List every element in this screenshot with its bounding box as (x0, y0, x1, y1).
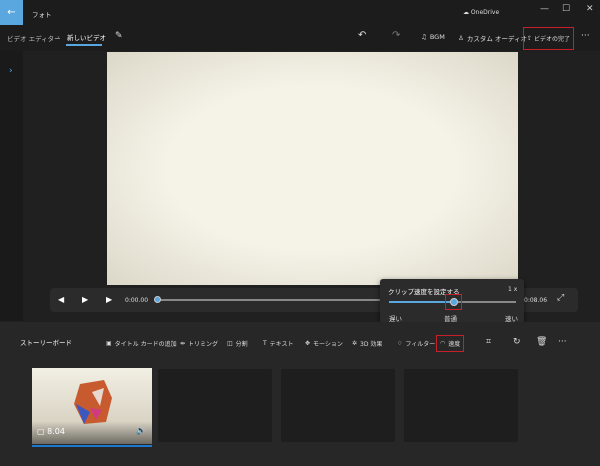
split-button[interactable]: ◫ 分割 (227, 339, 248, 348)
music-note-icon: ♫ (421, 33, 427, 41)
current-time: 0:00.00 (125, 297, 149, 304)
storyboard-more-button[interactable]: ··· (558, 337, 567, 347)
rotate-icon[interactable]: ↻ (513, 337, 521, 347)
tool-label: タイトル カードの追加 (114, 341, 177, 348)
more-options-button[interactable]: ··· (581, 31, 590, 41)
custom-audio-button[interactable]: ♙ カスタム オーディオ (458, 33, 527, 43)
fullscreen-icon[interactable]: ⤢ (557, 293, 564, 303)
library-sidebar (0, 51, 23, 321)
tool-label: 速度 (448, 341, 461, 348)
filter-icon: ♢ (397, 340, 403, 347)
speed-button[interactable]: ◠ 速度 (436, 335, 465, 352)
empty-clip-slot (281, 369, 395, 442)
maximize-button[interactable]: ☐ (562, 4, 570, 14)
breadcrumb-current: 新しいビデオ (67, 34, 106, 42)
undo-icon[interactable]: ↶ (358, 30, 366, 41)
play-button[interactable]: ▶ (82, 295, 88, 304)
arrow-left-icon: ← (7, 7, 16, 18)
tool-label: 3D 効果 (360, 341, 383, 348)
onedrive-text: OneDrive (470, 9, 500, 16)
speed-slider-track[interactable] (454, 301, 516, 303)
minimize-button[interactable]: — (540, 4, 549, 14)
trim-button[interactable]: ⇹ トリミング (180, 339, 218, 348)
tool-label: フィルター (405, 341, 436, 348)
seek-track[interactable] (157, 299, 387, 301)
clip-duration: ▢ 8.04 (37, 427, 65, 436)
trim-icon: ⇹ (180, 340, 186, 347)
title-card-icon: ▣ (106, 340, 112, 347)
text-button[interactable]: T テキスト (263, 339, 294, 348)
tool-label: テキスト (269, 341, 294, 348)
tool-label: 分割 (235, 341, 248, 348)
speed-value: 1 x (508, 286, 518, 293)
clip-duration-text: 8.04 (47, 427, 65, 436)
seek-thumb[interactable] (154, 296, 161, 303)
title-bar (0, 0, 600, 25)
split-icon: ◫ (227, 340, 233, 347)
custom-audio-label: カスタム オーディオ (466, 35, 527, 43)
3d-effects-icon: ✲ (352, 340, 358, 347)
breadcrumb-parent[interactable]: ビデオ エディター (7, 33, 61, 43)
speed-popup: クリップ速度を設定する 1 x 遅い 普通 速い (380, 279, 524, 328)
breadcrumb-underline (66, 44, 102, 46)
motion-button[interactable]: ✥ モーション (305, 339, 343, 348)
audio-person-icon: ♙ (458, 34, 464, 42)
empty-clip-slot (158, 369, 272, 442)
export-icon: ⇪ (526, 35, 532, 42)
storyboard-title: ストーリーボード (20, 339, 72, 347)
onedrive-label[interactable]: ☁ OneDrive (463, 9, 499, 16)
delete-icon[interactable]: 🗑 (536, 337, 547, 347)
close-button[interactable]: ✕ (586, 4, 594, 14)
finish-video-label: ビデオの完了 (534, 36, 571, 43)
tool-label: トリミング (188, 341, 219, 348)
video-preview (107, 52, 518, 285)
total-time: 0:08.06 (524, 297, 548, 304)
tool-label: モーション (313, 341, 343, 348)
next-frame-button[interactable]: ▶ (106, 295, 112, 304)
redo-icon[interactable]: ↷ (392, 30, 400, 41)
speed-slider-thumb[interactable] (450, 298, 458, 306)
pencil-edit-icon[interactable]: ✎ (115, 31, 123, 41)
storyboard-clip[interactable]: ▢ 8.04 🔊 (32, 368, 152, 444)
clip-selection-bar (32, 445, 152, 447)
speaker-icon[interactable]: 🔊 (136, 426, 146, 435)
3d-effects-button[interactable]: ✲ 3D 効果 (352, 339, 382, 348)
text-icon: T (263, 340, 267, 347)
speedometer-icon: ◠ (440, 340, 446, 347)
previous-frame-button[interactable]: ◀ (58, 295, 64, 304)
expand-sidebar-icon[interactable]: › (9, 66, 13, 76)
empty-clip-slot (404, 369, 518, 442)
app-title: フォト (32, 11, 52, 19)
crop-icon[interactable]: ⌗ (486, 337, 491, 347)
cube-thumbnail (74, 380, 112, 424)
bgm-label: BGM (429, 33, 445, 41)
bgm-button[interactable]: ♫ BGM (421, 33, 445, 41)
add-title-card-button[interactable]: ▣ タイトル カードの追加 (106, 339, 177, 348)
filters-button[interactable]: ♢ フィルター (397, 339, 435, 348)
back-button[interactable]: ← (0, 0, 23, 25)
finish-video-button[interactable]: ⇪ ビデオの完了 (523, 27, 574, 50)
breadcrumb-separator: › (57, 33, 60, 41)
motion-icon: ✥ (305, 340, 311, 347)
